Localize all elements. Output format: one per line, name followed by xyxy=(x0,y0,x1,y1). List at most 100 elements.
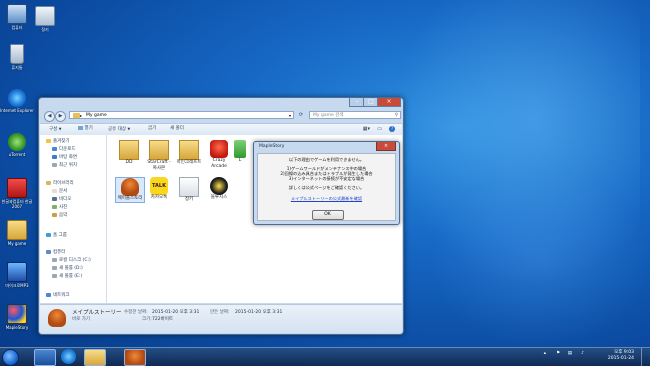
chevron-down-icon: ▼ xyxy=(127,127,131,131)
file-item-starcraft[interactable]: StarCraft - 복사본 xyxy=(145,140,173,171)
back-button[interactable]: ◀ xyxy=(44,111,55,122)
hangul-icon xyxy=(7,178,27,198)
utorrent-icon xyxy=(8,133,26,151)
tray-volume-icon[interactable]: ♪ xyxy=(581,351,584,356)
file-item-crazy-arcade[interactable]: Crazy Arcade xyxy=(205,140,233,169)
forward-button[interactable]: ▶ xyxy=(55,111,66,122)
chevron-down-icon[interactable]: ▾ xyxy=(289,112,291,120)
recycle-bin-icon xyxy=(10,44,24,64)
file-label: 카카오톡 xyxy=(150,195,168,200)
nav-homegroup[interactable]: 홈 그룹 xyxy=(46,232,67,239)
file-item-game[interactable]: 블루치스 xyxy=(205,177,233,201)
desktop-icon-mp3[interactable]: 마이크로MP3 xyxy=(0,262,34,288)
desktop-icon-junk[interactable]: 정키 xyxy=(28,6,62,32)
desktop-icon-hangul[interactable]: 한글과컴퓨터 한글 2007 xyxy=(0,178,34,209)
recent-places-icon xyxy=(52,162,57,167)
file-item-minecraft[interactable]: 마인크래프트 xyxy=(175,140,203,166)
pictures-icon xyxy=(52,204,57,209)
close-button[interactable]: × xyxy=(377,98,401,107)
nav-drive-d[interactable]: 새 볼륨 (D:) xyxy=(52,265,83,272)
nav-network[interactable]: 네트워크 xyxy=(46,292,70,299)
wallpaper-glow xyxy=(430,170,650,350)
nav-recent[interactable]: 최근 위치 xyxy=(52,162,77,169)
taskbar-game-icon[interactable] xyxy=(34,349,56,366)
internet-explorer-icon xyxy=(8,89,26,107)
folder-icon xyxy=(119,140,139,160)
maplestory-icon xyxy=(121,178,139,196)
preview-pane-icon[interactable]: ▭ xyxy=(377,125,382,133)
nav-computer[interactable]: 컴퓨터 xyxy=(46,249,65,256)
file-item-dd[interactable]: DD xyxy=(115,140,143,166)
folder-icon xyxy=(149,140,169,160)
title-bar[interactable]: – □ × xyxy=(39,98,403,110)
desktop-icon-internet-explorer[interactable]: Internet Explorer xyxy=(0,89,34,113)
file-item-l[interactable]: L xyxy=(233,140,247,164)
kakaotalk-icon: TALK xyxy=(150,177,168,195)
open-button[interactable]: 열기 xyxy=(78,125,93,133)
ok-button[interactable]: OK xyxy=(311,210,344,220)
file-label: StarCraft - 복사본 xyxy=(147,160,171,171)
tray-flag-icon[interactable]: ⚑ xyxy=(556,351,560,356)
view-options-icon[interactable]: ▦▾ xyxy=(363,125,370,133)
nav-recent-label: 최근 위치 xyxy=(59,163,77,168)
address-text: My game xyxy=(86,113,107,118)
dialog-close-button[interactable]: × xyxy=(376,142,396,151)
burn-button[interactable]: 굽기 xyxy=(148,125,156,133)
nav-music[interactable]: 음악 xyxy=(52,212,67,219)
dialog-note: 詳しくは公式ページをご確認ください。 xyxy=(288,185,365,190)
chevron-down-icon: ▼ xyxy=(58,127,62,131)
nav-drive-e[interactable]: 새 볼륨 (E:) xyxy=(52,273,82,280)
refresh-icon[interactable]: ⟳ xyxy=(297,111,305,119)
official-site-link[interactable]: メイプルストーリーの公式最新を確認 xyxy=(258,196,395,201)
share-with-button[interactable]: 공유 대상 ▼ xyxy=(108,125,130,134)
desktop-icon-recycle-bin[interactable]: 휴지통 xyxy=(0,44,34,70)
file-label: 블루치스 xyxy=(210,195,228,200)
start-button[interactable] xyxy=(2,349,19,366)
organize-label: 구성 xyxy=(49,127,58,132)
file-item-maplestory[interactable]: 메이플스토리 xyxy=(115,177,145,203)
nav-music-label: 음악 xyxy=(59,213,68,218)
new-folder-button[interactable]: 새 폴더 xyxy=(170,125,184,133)
nav-homegroup-label: 홈 그룹 xyxy=(53,233,67,238)
nav-drive-d-label: 새 볼륨 (D:) xyxy=(59,266,83,271)
search-icon: ⚲ xyxy=(394,113,398,118)
nav-drive-e-label: 새 볼륨 (E:) xyxy=(59,274,83,279)
folder-icon xyxy=(73,113,80,118)
nav-downloads[interactable]: 다운로드 xyxy=(52,146,76,153)
nav-documents-label: 문서 xyxy=(59,189,68,194)
computer-icon xyxy=(46,249,51,254)
nav-computer-label: 컴퓨터 xyxy=(53,250,66,255)
file-item-kakaotalk[interactable]: TALK 카카오톡 xyxy=(145,177,173,201)
library-icon xyxy=(46,180,51,185)
desktop-icon-maplestory[interactable]: MapleStory xyxy=(0,304,34,330)
nav-drive-c[interactable]: 로컬 디스크 (C:) xyxy=(52,257,91,264)
network-icon xyxy=(46,292,51,297)
nav-favorites[interactable]: 즐겨찾기 xyxy=(46,138,70,145)
taskbar-maplestory-icon[interactable] xyxy=(124,349,146,366)
nav-favorites-label: 즐겨찾기 xyxy=(53,139,70,144)
nav-desktop[interactable]: 바탕 화면 xyxy=(52,154,77,161)
taskbar: ▴ ⚑ ▤ ♪ 오후 9:03 2015-01-24 xyxy=(0,347,650,366)
file-label: 정키 xyxy=(184,197,194,202)
tray-network-icon[interactable]: ▤ xyxy=(568,351,572,356)
nav-pictures[interactable]: 사진 xyxy=(52,204,67,211)
tray-chevron-icon[interactable]: ▴ xyxy=(544,351,546,356)
help-icon[interactable]: ? xyxy=(389,125,395,133)
documents-icon xyxy=(52,188,57,193)
address-bar[interactable]: ▸ My game ▾ xyxy=(69,111,294,119)
desktop-icon-utorrent[interactable]: uTorrent xyxy=(0,133,34,157)
file-item-junk[interactable]: 정키 xyxy=(175,177,203,203)
nav-videos[interactable]: 비디오 xyxy=(52,196,71,203)
crazy-arcade-icon xyxy=(210,140,228,158)
system-clock[interactable]: 오후 9:03 2015-01-24 xyxy=(608,350,634,362)
file-label: 마인크래프트 xyxy=(176,160,202,165)
organize-button[interactable]: 구성 ▼ xyxy=(49,125,61,134)
internet-explorer-icon[interactable] xyxy=(61,349,76,364)
nav-documents[interactable]: 문서 xyxy=(52,188,67,195)
nav-libraries[interactable]: 라이브러리 xyxy=(46,180,74,187)
search-input[interactable]: My game 검색 ⚲ xyxy=(309,111,401,119)
taskbar-explorer-icon[interactable] xyxy=(84,349,106,366)
show-desktop-button[interactable] xyxy=(641,348,650,366)
details-modified-value: 2015-01-20 오후 3:31 xyxy=(152,310,200,315)
desktop-icon-my-game[interactable]: My game xyxy=(0,220,34,246)
